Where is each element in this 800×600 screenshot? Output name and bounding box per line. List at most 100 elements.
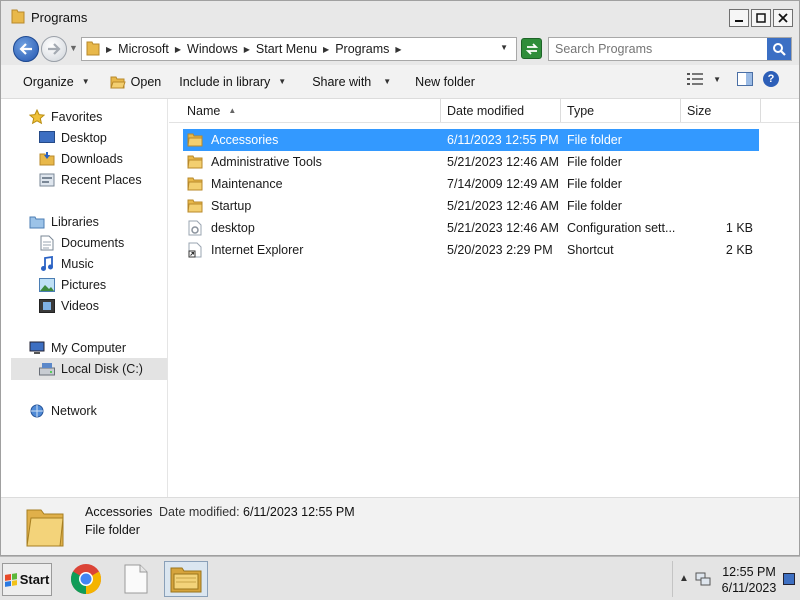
address-dropdown-icon[interactable]: ▼: [500, 43, 508, 52]
nav-recent-places-label: Recent Places: [61, 173, 142, 187]
breadcrumb-arrow-icon[interactable]: ▶: [244, 45, 250, 54]
file-type: File folder: [567, 133, 622, 147]
breadcrumb-arrow-icon[interactable]: ▶: [106, 45, 112, 54]
file-row[interactable]: desktop 5/21/2023 12:46 AM Configuration s…: [183, 217, 759, 239]
search-input[interactable]: [555, 42, 755, 56]
show-desktop-icon[interactable]: [783, 573, 795, 585]
organize-button[interactable]: Organize ▼: [17, 75, 96, 89]
music-icon: [39, 256, 55, 272]
file-date: 7/14/2009 12:49 AM: [447, 177, 559, 191]
breadcrumb-arrow-icon[interactable]: ▶: [175, 45, 181, 54]
file-row[interactable]: Accessories 6/11/2023 12:55 PM File folder: [183, 129, 759, 151]
taskbar-explorer[interactable]: [164, 561, 208, 597]
file-rows: Accessories 6/11/2023 12:55 PM File folder…: [183, 129, 759, 261]
share-with-label: Share with: [312, 74, 372, 89]
column-header-date-modified[interactable]: Date modified: [441, 99, 561, 122]
nav-favorites-label: Favorites: [51, 110, 103, 124]
nav-music[interactable]: Music: [39, 256, 94, 272]
include-in-library-button[interactable]: Include in library ▼: [173, 75, 292, 89]
nav-desktop-label: Desktop: [61, 131, 107, 145]
chevron-down-icon: ▼: [383, 77, 392, 86]
details-type: File folder: [85, 523, 140, 537]
refresh-button[interactable]: [521, 38, 542, 59]
preview-pane-icon[interactable]: [737, 72, 753, 86]
forward-button[interactable]: [41, 36, 67, 62]
open-label: Open: [130, 74, 162, 89]
new-folder-label: New folder: [415, 74, 475, 89]
breadcrumb-arrow-icon[interactable]: ▶: [323, 45, 329, 54]
nav-local-disk[interactable]: Local Disk (C:): [39, 361, 143, 377]
close-button[interactable]: [773, 9, 793, 27]
breadcrumb-arrow-icon[interactable]: ▶: [395, 45, 401, 54]
view-dropdown-icon[interactable]: ▼: [713, 75, 721, 84]
file-date: 5/21/2023 12:46 AM: [447, 155, 559, 169]
breadcrumb-start-menu[interactable]: Start Menu: [256, 42, 317, 56]
nav-my-computer-label: My Computer: [51, 341, 127, 355]
show-hidden-icons-icon[interactable]: ▲: [679, 573, 689, 584]
file-size: 1 KB: [725, 221, 753, 235]
column-header-type[interactable]: Type: [561, 99, 681, 122]
file-row[interactable]: Startup 5/21/2023 12:46 AM File folder: [183, 195, 759, 217]
network-status-icon[interactable]: [695, 571, 711, 587]
column-header-size[interactable]: Size: [681, 99, 761, 122]
minimize-button[interactable]: [729, 9, 749, 27]
recent-pages-dropdown-icon[interactable]: ▼: [69, 43, 78, 53]
nav-videos-label: Videos: [61, 299, 99, 313]
taskbar-blank-document[interactable]: [114, 561, 158, 597]
maximize-button[interactable]: [751, 9, 771, 27]
file-date: 6/11/2023 12:55 PM: [447, 133, 559, 147]
address-bar[interactable]: ▶ Microsoft ▶ Windows ▶ Start Menu ▶ Pro…: [81, 37, 517, 61]
libraries-icon: [29, 214, 45, 230]
chevron-down-icon: ▼: [81, 77, 90, 86]
file-date: 5/21/2023 12:46 AM: [447, 199, 559, 213]
file-row[interactable]: Administrative Tools 5/21/2023 12:46 AM Fi…: [183, 151, 759, 173]
details-name: Accessories: [85, 505, 153, 519]
view-options-icon[interactable]: [687, 73, 704, 85]
open-button[interactable]: Open: [104, 75, 168, 89]
nav-libraries[interactable]: Libraries: [29, 214, 99, 230]
help-icon[interactable]: ?: [763, 71, 779, 87]
file-date: 5/21/2023 12:46 AM: [447, 221, 559, 235]
new-folder-button[interactable]: New folder: [409, 75, 481, 89]
folder-icon: [11, 8, 25, 27]
nav-downloads[interactable]: Downloads: [39, 151, 123, 167]
nav-videos[interactable]: Videos: [39, 298, 99, 314]
back-button[interactable]: [13, 36, 39, 62]
breadcrumb-microsoft[interactable]: Microsoft: [118, 42, 169, 56]
search-button[interactable]: [767, 38, 791, 60]
nav-favorites[interactable]: Favorites: [29, 109, 102, 125]
nav-desktop[interactable]: Desktop: [39, 130, 107, 146]
breadcrumb-windows[interactable]: Windows: [187, 42, 238, 56]
clock-time[interactable]: 12:55 PM: [721, 565, 777, 579]
taskbar-chrome[interactable]: [64, 561, 108, 597]
search-box[interactable]: [548, 37, 792, 61]
file-name-cell: Startup: [183, 198, 447, 214]
network-icon: [29, 403, 45, 419]
nav-network[interactable]: Network: [29, 403, 97, 419]
nav-documents[interactable]: Documents: [39, 235, 124, 251]
details-modified-value: 6/11/2023 12:55 PM: [243, 505, 355, 519]
column-header-name[interactable]: Name ▲: [169, 99, 441, 122]
breadcrumb-programs[interactable]: Programs: [335, 42, 389, 56]
start-button[interactable]: Start: [2, 563, 52, 596]
local-disk-icon: [39, 361, 55, 377]
share-with-button[interactable]: Share with ▼: [306, 75, 397, 89]
nav-pictures-label: Pictures: [61, 278, 107, 292]
nav-my-computer[interactable]: My Computer: [29, 340, 126, 356]
open-folder-icon: [109, 75, 126, 89]
folder-icon: [187, 176, 203, 192]
file-type: File folder: [567, 177, 622, 191]
details-modified-label: Date modified:: [159, 505, 240, 519]
clock-date[interactable]: 6/11/2023: [719, 581, 779, 595]
sort-ascending-icon: ▲: [228, 106, 237, 115]
nav-recent-places[interactable]: Recent Places: [39, 172, 142, 188]
file-type: Shortcut: [567, 243, 614, 257]
title-bar[interactable]: Programs: [1, 1, 799, 33]
file-row[interactable]: Maintenance 7/14/2009 12:49 AM File folder: [183, 173, 759, 195]
nav-network-label: Network: [51, 404, 97, 418]
file-row[interactable]: Internet Explorer 5/20/2023 2:29 PM Shortc…: [183, 239, 759, 261]
nav-pictures[interactable]: Pictures: [39, 277, 106, 293]
chevron-down-icon: ▼: [278, 77, 287, 86]
column-headers: Name ▲ Date modified Type Size: [169, 99, 799, 123]
nav-music-label: Music: [61, 257, 94, 271]
